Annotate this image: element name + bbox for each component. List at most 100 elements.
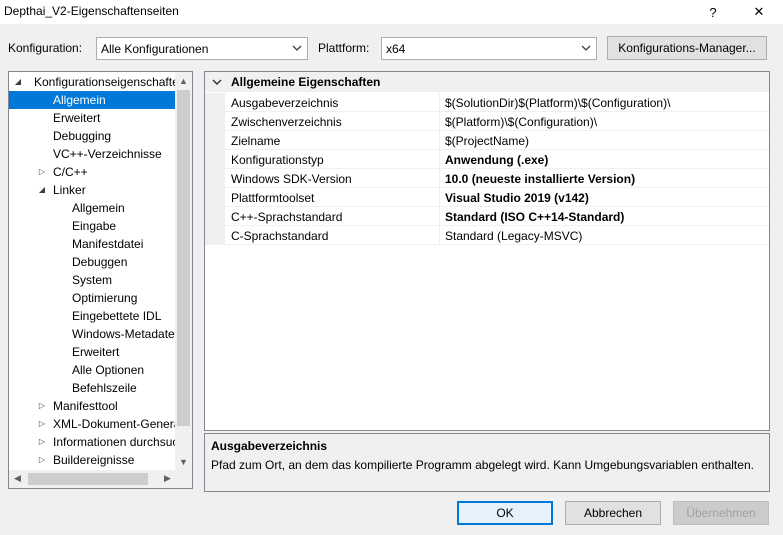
row-gutter	[205, 150, 225, 169]
column-divider[interactable]	[439, 169, 440, 188]
tree-item[interactable]: Debugging	[9, 127, 175, 145]
property-value[interactable]: $(ProjectName)	[445, 134, 529, 148]
tree-item-label: Eingabe	[72, 219, 117, 233]
tree-item[interactable]: ▷ XML-Dokument-Generator	[9, 415, 192, 433]
tree-item-label: Windows-Metadaten	[72, 327, 182, 341]
expanded-arrow-icon[interactable]: ◢	[13, 73, 23, 91]
platform-dropdown[interactable]: x64	[381, 37, 597, 60]
tree-item[interactable]: Allgemein	[9, 199, 175, 217]
collapsed-arrow-icon[interactable]: ▷	[37, 451, 47, 469]
tree-item[interactable]: Windows-Metadaten	[9, 325, 181, 343]
tree-item[interactable]: Manifestdatei	[9, 235, 175, 253]
scroll-left-icon[interactable]: ◀	[9, 470, 26, 487]
row-gutter	[205, 93, 225, 112]
collapsed-arrow-icon[interactable]: ▷	[37, 415, 47, 433]
collapse-chevron-icon[interactable]	[211, 76, 223, 88]
property-name: C++-Sprachstandard	[231, 210, 343, 224]
property-value[interactable]: $(SolutionDir)$(Platform)\$(Configuratio…	[445, 96, 670, 110]
property-value[interactable]: Standard (ISO C++14-Standard)	[445, 210, 624, 224]
property-value[interactable]: Standard (Legacy-MSVC)	[445, 229, 582, 243]
tree-item-label: Allgemein	[72, 201, 125, 215]
configuration-value: Alle Konfigurationen	[101, 41, 209, 56]
property-name: Plattformtoolset	[231, 191, 315, 205]
ok-button[interactable]: OK	[457, 501, 553, 525]
close-button[interactable]: ✕	[742, 0, 776, 24]
category-header[interactable]: Allgemeine Eigenschaften	[205, 72, 769, 92]
property-value[interactable]: $(Platform)\$(Configuration)\	[445, 115, 597, 129]
horizontal-scroll-thumb[interactable]	[28, 473, 148, 485]
property-row[interactable]: Zielname $(ProjectName)	[205, 131, 769, 150]
property-value[interactable]: Visual Studio 2019 (v142)	[445, 191, 589, 205]
window-title: Depthai_V2-Eigenschaftenseiten	[4, 4, 179, 18]
column-divider[interactable]	[439, 188, 440, 207]
property-row[interactable]: Windows SDK-Version 10.0 (neueste install…	[205, 169, 769, 188]
configuration-manager-button[interactable]: Konfigurations-Manager...	[607, 36, 767, 60]
collapsed-arrow-icon[interactable]: ▷	[37, 433, 47, 451]
tree-item[interactable]: Debuggen	[9, 253, 175, 271]
scroll-right-icon[interactable]: ▶	[159, 470, 176, 487]
property-row[interactable]: C-Sprachstandard Standard (Legacy-MSVC)	[205, 226, 769, 245]
tree-item[interactable]: ▷ Buildereignisse	[9, 451, 175, 469]
description-title: Ausgabeverzeichnis	[211, 439, 328, 453]
scroll-down-icon[interactable]: ▼	[175, 453, 192, 470]
property-tree[interactable]: ◢ Konfigurationseigenschaften Allgemein Erw…	[8, 71, 193, 489]
tree-item[interactable]: Optimierung	[9, 289, 175, 307]
tree-item-label: C/C++	[53, 165, 88, 179]
tree-item[interactable]: ▷ C/C++	[9, 163, 175, 181]
tree-item-label: Debugging	[53, 129, 112, 143]
cancel-button[interactable]: Abbrechen	[565, 501, 661, 525]
tree-item[interactable]: ◢ Linker	[9, 181, 175, 199]
chevron-down-icon	[292, 45, 302, 51]
tree-item[interactable]: Befehlszeile	[9, 379, 175, 397]
column-divider[interactable]	[439, 150, 440, 169]
tree-item[interactable]: Eingabe	[9, 217, 175, 235]
property-value[interactable]: Anwendung (.exe)	[445, 153, 548, 167]
category-label: Allgemeine Eigenschaften	[231, 75, 381, 89]
tree-item[interactable]: ◢ Konfigurationseigenschaften	[9, 73, 186, 91]
tree-item[interactable]: VC++-Verzeichnisse	[9, 145, 175, 163]
column-divider[interactable]	[439, 226, 440, 245]
tree-item[interactable]: Erweitert	[9, 109, 175, 127]
column-divider[interactable]	[439, 93, 440, 112]
tree-item[interactable]: ▷ Manifesttool	[9, 397, 175, 415]
property-row[interactable]: Zwischenverzeichnis $(Platform)\$(Configu…	[205, 112, 769, 131]
collapsed-arrow-icon[interactable]: ▷	[37, 397, 47, 415]
expanded-arrow-icon[interactable]: ◢	[37, 181, 47, 199]
platform-value: x64	[386, 41, 406, 56]
property-name: Konfigurationstyp	[231, 153, 324, 167]
apply-button[interactable]: Übernehmen	[673, 501, 769, 525]
row-gutter	[205, 131, 225, 150]
tree-item-label: Linker	[53, 183, 86, 197]
collapsed-arrow-icon[interactable]: ▷	[37, 163, 47, 181]
tree-item-label: XML-Dokument-Generator	[53, 417, 193, 431]
tree-item[interactable]: ▷ Informationen durchsuchen	[9, 433, 192, 451]
property-row[interactable]: Plattformtoolset Visual Studio 2019 (v142…	[205, 188, 769, 207]
vertical-scroll-thumb[interactable]	[177, 90, 190, 426]
tree-item-label: System	[72, 273, 113, 287]
tree-item[interactable]: Erweitert	[9, 343, 175, 361]
property-value[interactable]: 10.0 (neueste installierte Version)	[445, 172, 635, 186]
scroll-up-icon[interactable]: ▲	[175, 72, 192, 89]
column-divider[interactable]	[439, 112, 440, 131]
tree-item-label: Optimierung	[72, 291, 138, 305]
tree-item[interactable]: System	[9, 271, 175, 289]
tree-item-label: Informationen durchsuchen	[53, 435, 193, 449]
tree-item-label: Erweitert	[72, 345, 120, 359]
property-grid[interactable]: Allgemeine Eigenschaften Ausgabeverzeich…	[204, 71, 770, 431]
property-name: Zwischenverzeichnis	[231, 115, 342, 129]
tree-item-label: Konfigurationseigenschaften	[34, 75, 186, 89]
tree-item-label: Befehlszeile	[72, 381, 137, 395]
property-row[interactable]: Ausgabeverzeichnis $(SolutionDir)$(Platfo…	[205, 93, 769, 112]
tree-item[interactable]: Allgemein	[9, 91, 175, 109]
configuration-dropdown[interactable]: Alle Konfigurationen	[96, 37, 308, 60]
tree-item[interactable]: Eingebettete IDL	[9, 307, 175, 325]
property-row[interactable]: Konfigurationstyp Anwendung (.exe)	[205, 150, 769, 169]
row-gutter	[205, 169, 225, 188]
help-button[interactable]: ?	[696, 0, 730, 24]
tree-item[interactable]: Alle Optionen	[9, 361, 175, 379]
tree-item-label: Debuggen	[72, 255, 128, 269]
column-divider[interactable]	[439, 207, 440, 226]
column-divider[interactable]	[439, 131, 440, 150]
property-row[interactable]: C++-Sprachstandard Standard (ISO C++14-St…	[205, 207, 769, 226]
property-name: C-Sprachstandard	[231, 229, 329, 243]
